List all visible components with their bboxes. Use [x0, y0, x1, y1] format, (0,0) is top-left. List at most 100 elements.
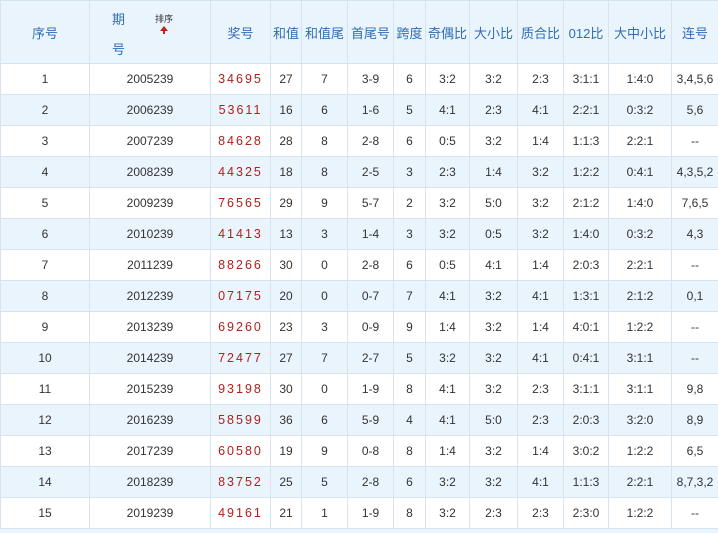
cell-sum-tail: 8 — [301, 156, 348, 188]
cell-seq: 9 — [0, 311, 90, 343]
cell-award: 34695 — [210, 63, 271, 95]
cell-sum-tail: 5 — [301, 466, 348, 498]
cell-seq: 15 — [0, 497, 90, 529]
cell-award: 93198 — [210, 373, 271, 405]
table-row: 13 2017239 60580 19 9 0-8 8 1:4 3:2 1:4 3:0:2 1:2:2… — [0, 435, 718, 467]
cell-award: 72477 — [210, 342, 271, 374]
cell-first-last: 1-9 — [347, 373, 394, 405]
cell-mod-012: 3:0:2 — [563, 435, 609, 467]
cell-seq: 11 — [0, 373, 90, 405]
cell-big-mid-small: 0:3:2 — [608, 218, 672, 250]
cell-first-last: 3-9 — [347, 63, 394, 95]
cell-issue: 2015239 — [89, 373, 211, 405]
table-row: 14 2018239 83752 25 5 2-8 6 3:2 3:2 4:1 1:1:3 2:2:1… — [0, 466, 718, 498]
header-consecutive: 连号 — [671, 0, 718, 64]
sort-button[interactable]: 排序 — [155, 12, 173, 25]
cell-prime-composite: 1:4 — [517, 435, 564, 467]
cell-odd-even: 4:1 — [425, 94, 470, 126]
cell-award: 07175 — [210, 280, 271, 312]
cell-odd-even: 3:2 — [425, 187, 470, 219]
cell-span: 6 — [393, 63, 426, 95]
cell-first-last: 0-7 — [347, 280, 394, 312]
cell-span: 6 — [393, 249, 426, 281]
cell-span: 5 — [393, 342, 426, 374]
cell-issue: 2010239 — [89, 218, 211, 250]
cell-big-mid-small: 3:1:1 — [608, 373, 672, 405]
cell-consecutive: 0,1 — [671, 280, 718, 312]
header-prime-composite: 质合比 — [517, 0, 564, 64]
cell-issue: 2008239 — [89, 156, 211, 188]
header-span: 跨度 — [393, 0, 426, 64]
cell-big-mid-small: 2:2:1 — [608, 249, 672, 281]
table-bottom-edge — [0, 529, 718, 533]
cell-seq: 14 — [0, 466, 90, 498]
cell-span: 8 — [393, 497, 426, 529]
header-seq: 序号 — [0, 0, 90, 64]
cell-award: 60580 — [210, 435, 271, 467]
cell-sum: 27 — [270, 63, 302, 95]
cell-sum-tail: 9 — [301, 435, 348, 467]
table-row: 4 2008239 44325 18 8 2-5 3 2:3 1:4 3:2 1:2:2 0:4:1 4… — [0, 156, 718, 188]
cell-consecutive: 9,8 — [671, 373, 718, 405]
cell-consecutive: 8,7,3,2 — [671, 466, 718, 498]
cell-big-small: 2:3 — [469, 497, 518, 529]
cell-sum: 16 — [270, 94, 302, 126]
history-table: 序号 期 号 排序 奖号 和值 和值尾 首尾号 跨度 奇偶比 大小比 质合比 0… — [0, 0, 718, 529]
cell-issue: 2019239 — [89, 497, 211, 529]
table-row: 9 2013239 69260 23 3 0-9 9 1:4 3:2 1:4 4:0:1 1:2:2-… — [0, 311, 718, 343]
cell-seq: 12 — [0, 404, 90, 436]
table-row: 3 2007239 84628 28 8 2-8 6 0:5 3:2 1:4 1:1:3 2:2:1-… — [0, 125, 718, 157]
cell-mod-012: 0:4:1 — [563, 342, 609, 374]
cell-seq: 13 — [0, 435, 90, 467]
cell-big-mid-small: 3:2:0 — [608, 404, 672, 436]
cell-odd-even: 0:5 — [425, 249, 470, 281]
cell-odd-even: 3:2 — [425, 63, 470, 95]
cell-odd-even: 3:2 — [425, 466, 470, 498]
cell-big-small: 4:1 — [469, 249, 518, 281]
cell-consecutive: -- — [671, 125, 718, 157]
cell-first-last: 1-4 — [347, 218, 394, 250]
header-sum-tail: 和值尾 — [301, 0, 348, 64]
cell-sum-tail: 0 — [301, 373, 348, 405]
cell-big-mid-small: 2:2:1 — [608, 125, 672, 157]
cell-prime-composite: 3:2 — [517, 218, 564, 250]
cell-first-last: 5-7 — [347, 187, 394, 219]
cell-first-last: 0-8 — [347, 435, 394, 467]
cell-sum: 21 — [270, 497, 302, 529]
table-body: 1 2005239 34695 27 7 3-9 6 3:2 3:2 2:3 3:1:1 1:4:0 3… — [0, 63, 718, 529]
cell-prime-composite: 4:1 — [517, 466, 564, 498]
cell-mod-012: 2:0:3 — [563, 249, 609, 281]
cell-prime-composite: 4:1 — [517, 342, 564, 374]
cell-sum-tail: 1 — [301, 497, 348, 529]
cell-award: 83752 — [210, 466, 271, 498]
table-row: 1 2005239 34695 27 7 3-9 6 3:2 3:2 2:3 3:1:1 1:4:0 3… — [0, 63, 718, 95]
cell-first-last: 0-9 — [347, 311, 394, 343]
cell-big-mid-small: 2:2:1 — [608, 466, 672, 498]
cell-sum-tail: 3 — [301, 218, 348, 250]
cell-prime-composite: 4:1 — [517, 280, 564, 312]
cell-big-small: 3:2 — [469, 342, 518, 374]
cell-mod-012: 1:2:2 — [563, 156, 609, 188]
cell-issue: 2012239 — [89, 280, 211, 312]
cell-seq: 2 — [0, 94, 90, 126]
cell-award: 58599 — [210, 404, 271, 436]
cell-odd-even: 3:2 — [425, 218, 470, 250]
cell-mod-012: 2:2:1 — [563, 94, 609, 126]
cell-mod-012: 4:0:1 — [563, 311, 609, 343]
cell-award: 69260 — [210, 311, 271, 343]
cell-prime-composite: 4:1 — [517, 94, 564, 126]
cell-big-small: 3:2 — [469, 311, 518, 343]
sort-arrow-stem-icon — [163, 30, 165, 34]
cell-seq: 4 — [0, 156, 90, 188]
cell-first-last: 2-8 — [347, 249, 394, 281]
cell-first-last: 1-9 — [347, 497, 394, 529]
cell-prime-composite: 3:2 — [517, 156, 564, 188]
cell-sum: 36 — [270, 404, 302, 436]
cell-sum-tail: 9 — [301, 187, 348, 219]
cell-mod-012: 1:4:0 — [563, 218, 609, 250]
cell-issue: 2005239 — [89, 63, 211, 95]
cell-award: 84628 — [210, 125, 271, 157]
cell-first-last: 2-8 — [347, 466, 394, 498]
cell-odd-even: 4:1 — [425, 373, 470, 405]
cell-big-small: 3:2 — [469, 63, 518, 95]
